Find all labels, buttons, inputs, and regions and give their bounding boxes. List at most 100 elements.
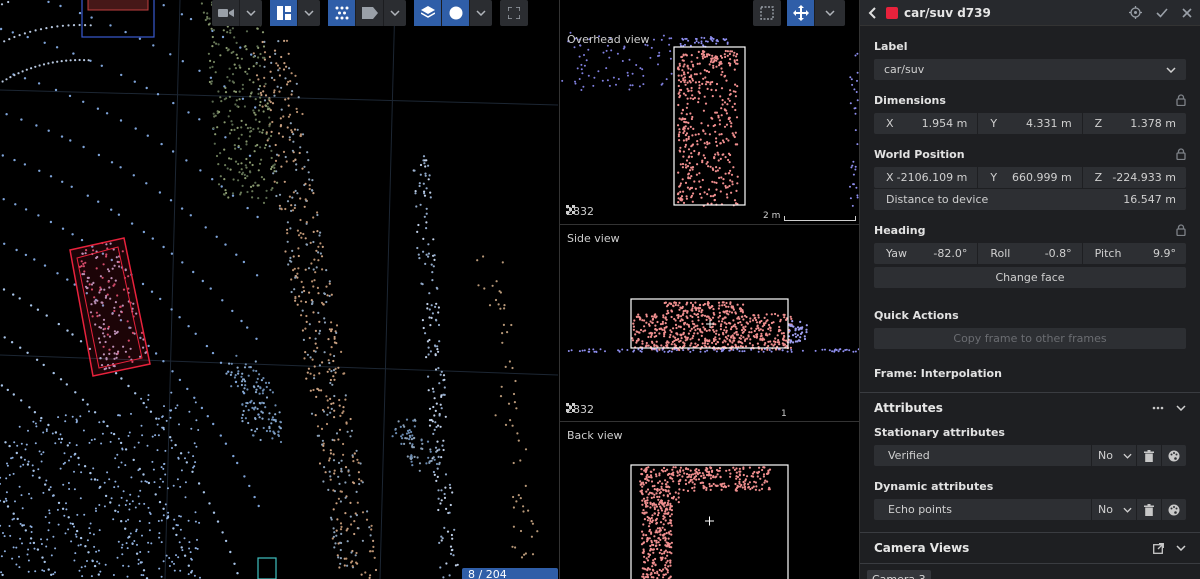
lock-icon[interactable]	[1176, 148, 1186, 160]
dimension-z-value: 1.378 m	[1130, 117, 1176, 130]
camera-chip[interactable]: Camera 3	[867, 570, 931, 579]
world-y-label: Y	[990, 171, 998, 184]
world-x-field[interactable]: X -2106.109 m	[874, 167, 978, 188]
change-face-button[interactable]: Change face	[874, 267, 1186, 288]
camera-views-title: Camera Views	[874, 541, 970, 555]
move-arrows-icon	[792, 5, 809, 21]
yaw-field[interactable]: Yaw -82.0°	[874, 243, 978, 264]
trash-icon	[1144, 449, 1154, 462]
attribute-value-select[interactable]: No	[1092, 445, 1136, 466]
distance-value: 16.547 m	[1123, 193, 1176, 206]
back-view-panel[interactable]: Back view	[560, 423, 860, 579]
quick-actions-heading: Quick Actions	[874, 308, 1186, 322]
camera-dropdown[interactable]	[240, 0, 262, 26]
overhead-frame-id: 2832	[566, 205, 594, 218]
external-link-icon[interactable]	[1153, 542, 1164, 554]
frame-interpolation-text: Frame: Interpolation	[874, 366, 1002, 380]
side-scale: 1 m	[781, 409, 860, 421]
more-horizontal-icon[interactable]	[1152, 406, 1164, 410]
copy-frame-button[interactable]: Copy frame to other frames	[874, 328, 1186, 349]
target-icon[interactable]	[1129, 6, 1142, 19]
chevron-down-icon[interactable]	[1176, 545, 1186, 551]
lock-icon[interactable]	[1176, 94, 1186, 106]
center-crosshair	[705, 516, 714, 526]
pitch-field[interactable]: Pitch 9.9°	[1082, 243, 1186, 264]
checker-icon	[566, 403, 575, 412]
quick-actions-heading-text: Quick Actions	[874, 308, 959, 322]
attribute-value: No	[1098, 503, 1113, 516]
distance-row: Distance to device 16.547 m	[874, 189, 1186, 210]
layer-dropdown[interactable]	[470, 0, 492, 26]
layout-dropdown[interactable]	[298, 0, 320, 26]
delete-attribute-button[interactable]	[1137, 499, 1161, 520]
attribute-value-select[interactable]: No	[1092, 499, 1136, 520]
camera-button[interactable]	[212, 0, 240, 26]
move-button[interactable]	[787, 0, 815, 26]
lock-icon[interactable]	[1176, 224, 1186, 236]
chevron-left-icon[interactable]	[868, 6, 876, 19]
dimensions-heading: Dimensions	[874, 93, 1186, 107]
chevron-down-icon[interactable]	[1176, 405, 1186, 411]
side-view-label: Side view	[567, 232, 620, 245]
overhead-view-label: Overhead view	[567, 33, 650, 46]
point-cloud-canvas[interactable]	[0, 0, 558, 579]
dimension-x-field[interactable]: X 1.954 m	[874, 113, 978, 134]
overhead-view-panel[interactable]: Overhead view 2832 2 m	[560, 27, 860, 225]
chevron-down-icon	[476, 10, 486, 16]
dot-button[interactable]	[442, 0, 470, 26]
circle-icon	[449, 6, 462, 20]
point-display-button[interactable]	[328, 0, 356, 26]
back-view-canvas[interactable]	[560, 423, 860, 579]
dimension-z-field[interactable]: Z 1.378 m	[1082, 113, 1186, 134]
layers-button[interactable]	[414, 0, 442, 26]
delete-attribute-button[interactable]	[1137, 445, 1161, 466]
world-position-heading: World Position	[874, 147, 1186, 161]
side-view-canvas[interactable]	[560, 226, 860, 422]
world-x-label: X	[886, 171, 894, 184]
close-icon[interactable]	[1182, 7, 1192, 18]
dimension-y-label: Y	[990, 117, 998, 130]
label-select[interactable]: car/suv	[874, 59, 1186, 80]
divider	[860, 563, 1200, 564]
palette-attribute-button[interactable]	[1162, 499, 1186, 520]
palette-attribute-button[interactable]	[1162, 445, 1186, 466]
check-icon[interactable]	[1156, 7, 1168, 18]
grid-layout-icon	[276, 6, 291, 20]
layout-button[interactable]	[270, 0, 298, 26]
selected-cuboid[interactable]	[69, 237, 151, 377]
label-display-button[interactable]	[356, 0, 384, 26]
move-dropdown[interactable]	[815, 0, 845, 26]
display-button-group	[328, 0, 406, 26]
dimension-y-field[interactable]: Y 4.331 m	[978, 113, 1082, 134]
palette-icon	[1168, 450, 1180, 461]
attribute-row-echo-points: Echo points No	[874, 499, 1186, 520]
trash-icon	[1144, 503, 1154, 516]
checker-icon	[566, 205, 575, 214]
dimension-x-value: 1.954 m	[921, 117, 968, 130]
overhead-view-canvas[interactable]	[560, 27, 860, 225]
palette-icon	[1168, 504, 1180, 515]
world-y-field[interactable]: Y 660.999 m	[978, 167, 1082, 188]
world-z-value: -224.933 m	[1112, 171, 1176, 184]
side-points	[567, 301, 860, 353]
attributes-header[interactable]: Attributes	[860, 393, 1200, 423]
attribute-row-verified: Verified No	[874, 445, 1186, 466]
move-group	[787, 0, 845, 26]
world-z-field[interactable]: Z -224.933 m	[1082, 167, 1186, 188]
pitch-label: Pitch	[1094, 247, 1122, 260]
fullscreen-icon	[508, 7, 520, 19]
roll-field[interactable]: Roll -0.8°	[978, 243, 1082, 264]
fullscreen-button[interactable]	[500, 0, 528, 26]
label-heading: Label	[874, 39, 1186, 53]
distance-label: Distance to device	[886, 193, 989, 206]
world-x-value: -2106.109 m	[896, 171, 968, 184]
display-dropdown[interactable]	[384, 0, 406, 26]
camera-views-header[interactable]: Camera Views	[860, 533, 1200, 563]
main-3d-viewport[interactable]: 8 / 204 checked	[0, 0, 558, 579]
overhead-scale-label: 2 m	[763, 211, 781, 221]
stationary-attributes-text: Stationary attributes	[874, 425, 1005, 439]
box-select-button[interactable]	[753, 0, 781, 26]
side-view-panel[interactable]: Side view 2832 1 m	[560, 226, 860, 422]
layer-button-group	[414, 0, 492, 26]
video-camera-icon	[217, 9, 234, 17]
